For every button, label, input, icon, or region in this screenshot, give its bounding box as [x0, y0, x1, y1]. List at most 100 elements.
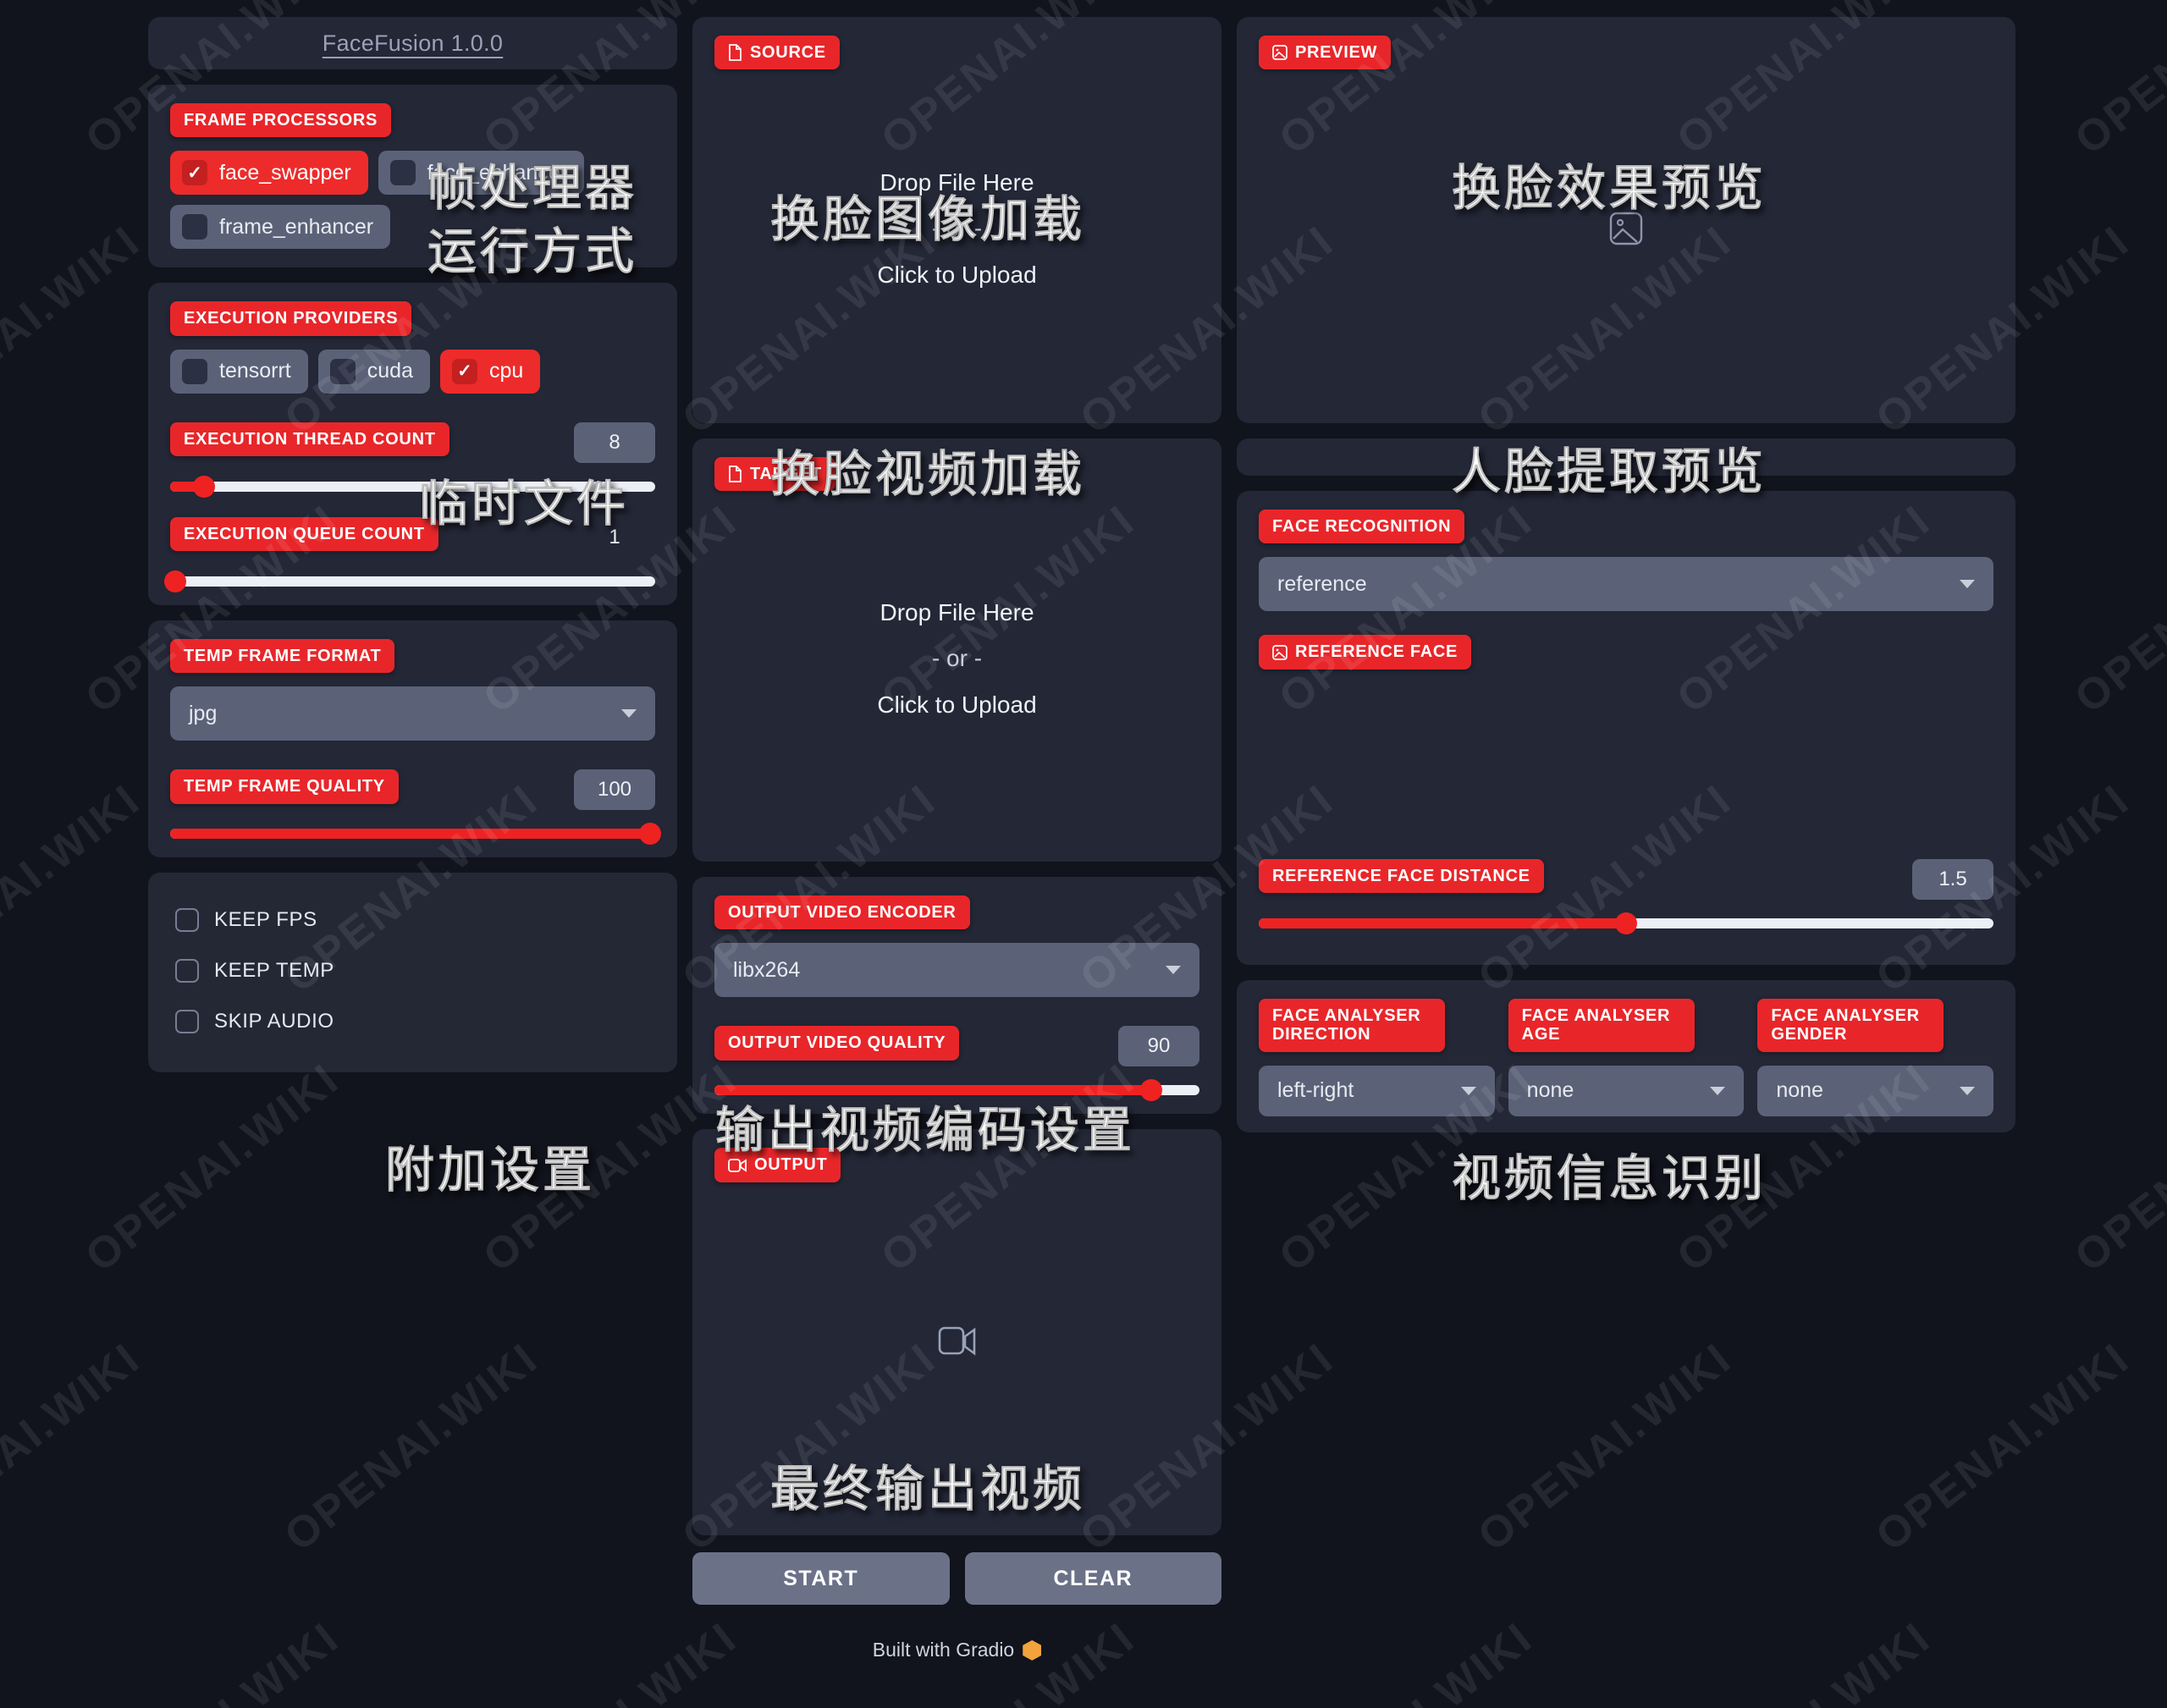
checkbox-cpu[interactable]: ✓ cpu [439, 349, 541, 394]
face-recognition-select[interactable]: reference [1259, 557, 1993, 612]
checkbox-label: tensorrt [219, 359, 291, 383]
checkbox-frame-enhancer[interactable]: frame_enhancer [170, 205, 391, 250]
target-dropzone[interactable]: Drop File Here - or - Click to Upload [714, 491, 1199, 826]
execution-thread-count-value[interactable]: 8 [574, 421, 655, 463]
chevron-down-icon [1960, 1086, 1976, 1095]
annotation-face-analyser: 视频信息识别 [1451, 1149, 1767, 1208]
file-icon [729, 44, 742, 62]
annotation-execution: 运行方式 [427, 223, 638, 281]
annotation-options: 附加设置 [384, 1141, 596, 1199]
annotation-preview: 换脸效果预览 [1451, 159, 1767, 218]
face-analyser-age-value: none [1526, 1078, 1574, 1103]
drop-line-1: Drop File Here [879, 598, 1034, 625]
footer-text: Built with Gradio [872, 1639, 1015, 1661]
checkbox-label: face_swapper [219, 160, 351, 185]
checkbox-box-icon [329, 358, 356, 384]
slider-thumb[interactable] [639, 823, 662, 846]
watermark-text: OPENAI.WIKI [0, 216, 150, 444]
output-video-encoder-label: OUTPUT VIDEO ENCODER [714, 895, 970, 930]
face-analyser-age-group: FACE ANALYSER AGE none [1508, 999, 1745, 1116]
reference-face-preview-area [1259, 669, 1993, 856]
preview-panel: PREVIEW [1237, 17, 2015, 423]
gradio-footer: Built with Gradio [692, 1639, 1221, 1661]
face-analyser-direction-select[interactable]: left-right [1259, 1065, 1495, 1116]
execution-queue-count-slider[interactable] [163, 570, 655, 592]
temp-frame-format-label: TEMP FRAME FORMAT [170, 638, 395, 674]
video-icon [938, 1326, 975, 1356]
output-video-quality-group: OUTPUT VIDEO QUALITY 90 [714, 1026, 1199, 1102]
face-analyser-direction-value: left-right [1277, 1078, 1354, 1103]
chevron-down-icon [1960, 580, 1975, 589]
checkbox-box-icon [182, 214, 207, 240]
checkbox-label: KEEP FPS [214, 908, 317, 932]
page-title: FaceFusion 1.0.0 [322, 30, 504, 56]
face-analyser-gender-select[interactable]: none [1757, 1065, 1994, 1116]
clear-button[interactable]: CLEAR [964, 1552, 1221, 1606]
face-analyser-gender-group: FACE ANALYSER GENDER none [1757, 999, 1994, 1116]
checkbox-face-swapper[interactable]: ✓ face_swapper [170, 151, 368, 196]
temp-frame-quality-value[interactable]: 100 [574, 769, 655, 811]
drop-line-3: Click to Upload [877, 691, 1037, 718]
temp-frame-quality-label: TEMP FRAME QUALITY [170, 769, 399, 804]
checkbox-keep-temp[interactable]: KEEP TEMP [170, 945, 655, 996]
reference-face-distance-slider[interactable] [1259, 912, 1993, 934]
face-analyser-gender-value: none [1776, 1078, 1823, 1103]
check-icon: ✓ [182, 160, 207, 186]
reference-face-distance-group: REFERENCE FACE DISTANCE 1.5 [1259, 858, 1993, 934]
checkbox-label: frame_enhancer [219, 214, 374, 239]
checkbox-tensorrt[interactable]: tensorrt [170, 349, 308, 394]
start-button[interactable]: START [692, 1552, 950, 1606]
reference-face-distance-value[interactable]: 1.5 [1912, 858, 1993, 900]
execution-thread-count-label: EXECUTION THREAD COUNT [170, 421, 449, 457]
temp-frame-quality-slider[interactable] [170, 823, 662, 846]
chevron-down-icon [1166, 966, 1181, 975]
face-recognition-panel: FACE RECOGNITION reference REFERENCE FAC… [1237, 491, 2015, 965]
slider-fill [1259, 917, 1626, 928]
slider-thumb[interactable] [1615, 912, 1637, 934]
temp-frame-format-select[interactable]: jpg [170, 686, 655, 741]
annotation-face-recognition: 人脸提取预览 [1451, 443, 1767, 501]
file-icon [729, 466, 742, 483]
face-analyser-direction-label: FACE ANALYSER DIRECTION [1259, 999, 1445, 1052]
action-buttons: START CLEAR [692, 1552, 1221, 1606]
execution-providers-label: EXECUTION PROVIDERS [170, 301, 412, 336]
output-video-panel: OUTPUT VIDEO ENCODER libx264 OUTPUT VIDE… [692, 877, 1221, 1115]
slider-thumb[interactable] [1139, 1079, 1162, 1102]
annotation-temp: 临时文件 [418, 475, 630, 533]
output-video-encoder-select[interactable]: libx264 [714, 943, 1199, 998]
face-analyser-age-label: FACE ANALYSER AGE [1508, 999, 1695, 1052]
watermark-text: OPENAI.WIKI [0, 774, 150, 1003]
source-label: SOURCE [714, 36, 840, 70]
slider-thumb[interactable] [193, 475, 216, 498]
face-recognition-value: reference [1277, 571, 1367, 596]
checkbox-label: SKIP AUDIO [214, 1010, 334, 1033]
watermark-text: OPENAI.WIKI [0, 1333, 150, 1562]
preview-label: PREVIEW [1259, 36, 1392, 70]
temp-frame-quality-group: TEMP FRAME QUALITY 100 [170, 769, 662, 846]
temp-frame-panel: TEMP FRAME FORMAT jpg TEMP FRAME QUALITY… [148, 620, 677, 858]
annotation-output: 最终输出视频 [769, 1460, 1086, 1518]
checkbox-label: cuda [367, 359, 413, 383]
checkbox-box-icon [175, 908, 199, 933]
drop-line-2: - or - [931, 645, 983, 672]
face-analyser-direction-group: FACE ANALYSER DIRECTION left-right [1259, 999, 1495, 1116]
reference-face-distance-label: REFERENCE FACE DISTANCE [1259, 858, 1544, 894]
checkbox-keep-fps[interactable]: KEEP FPS [170, 895, 655, 945]
checkbox-box-icon [175, 1010, 199, 1034]
output-video-quality-value[interactable]: 90 [1118, 1026, 1199, 1067]
face-analyser-gender-label: FACE ANALYSER GENDER [1757, 999, 1944, 1052]
watermark-text: OPENAI.WIKI [2065, 1054, 2167, 1282]
extra-options-panel: KEEP FPS KEEP TEMP SKIP AUDIO [148, 873, 677, 1073]
checkbox-cuda[interactable]: cuda [317, 349, 430, 394]
reference-face-group: REFERENCE FACE [1259, 635, 1993, 855]
checkbox-skip-audio[interactable]: SKIP AUDIO [170, 996, 655, 1047]
app-titlebar: FaceFusion 1.0.0 [148, 17, 677, 69]
reference-face-label: REFERENCE FACE [1259, 635, 1472, 669]
annotation-output-video: 输出视频编码设置 [714, 1101, 1136, 1160]
checkbox-label: KEEP TEMP [214, 959, 334, 983]
annotation-source: 换脸图像加载 [769, 190, 1086, 249]
face-analyser-age-select[interactable]: none [1508, 1065, 1745, 1116]
watermark-text: OPENAI.WIKI [2065, 495, 2167, 724]
execution-panel: EXECUTION PROVIDERS tensorrt cuda ✓ cpu [148, 283, 677, 605]
slider-thumb[interactable] [163, 570, 186, 592]
